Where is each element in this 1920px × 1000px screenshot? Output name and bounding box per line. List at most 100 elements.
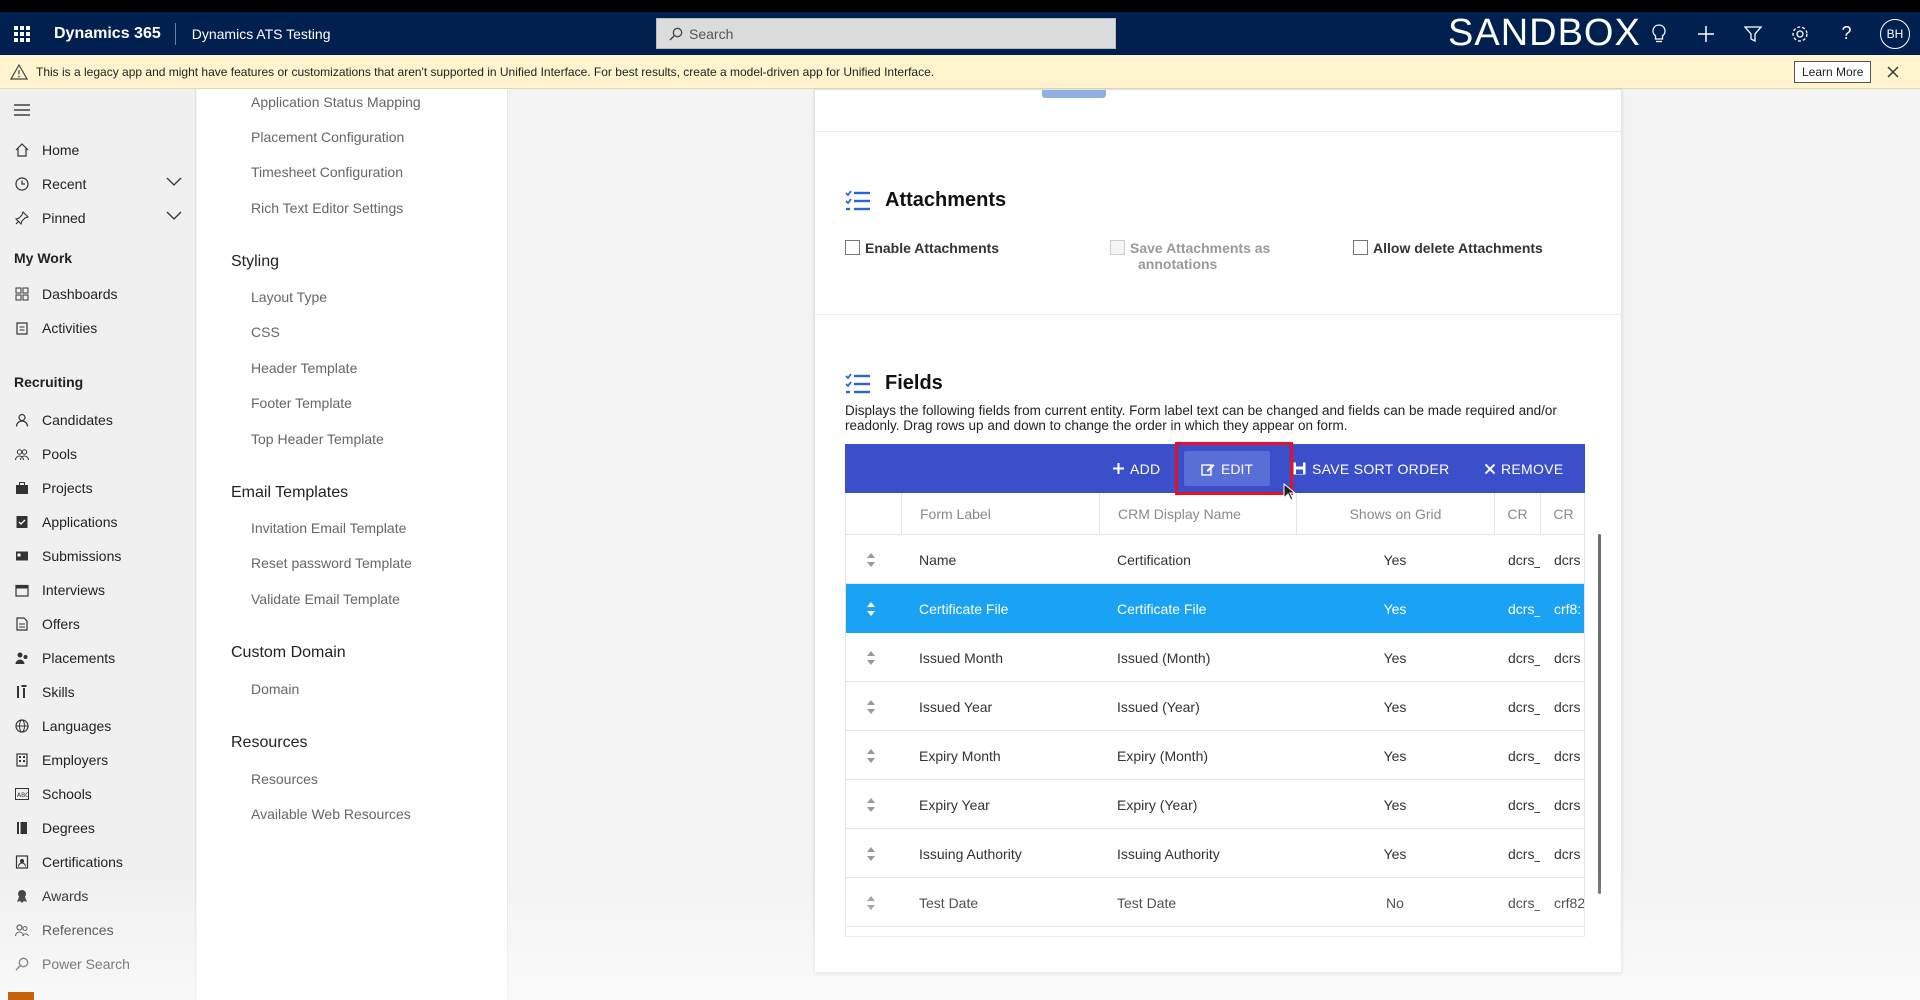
nav-power-search[interactable]: Power Search [0, 948, 196, 980]
settings-link[interactable]: Resources [251, 771, 318, 787]
hamburger-icon[interactable] [14, 103, 30, 121]
nav-awards[interactable]: Awards [0, 880, 196, 912]
checkbox-box[interactable] [845, 240, 860, 255]
nav-skills[interactable]: Skills [0, 676, 196, 708]
close-icon[interactable] [1884, 63, 1902, 81]
settings-link[interactable]: Validate Email Template [251, 591, 400, 607]
gear-icon[interactable] [1776, 12, 1823, 55]
table-row[interactable]: Expiry Year Expiry (Year) Yes dcrs_ dcrs [846, 780, 1584, 829]
button-stub[interactable] [1042, 90, 1106, 98]
drag-handle-icon[interactable] [867, 896, 875, 910]
edit-button[interactable]: EDIT [1184, 451, 1270, 486]
nav-home[interactable]: Home [0, 134, 196, 166]
column-header-cr[interactable]: CR [1494, 493, 1540, 535]
grid-scrollbar[interactable] [1598, 534, 1601, 894]
nav-certifications[interactable]: Certifications [0, 846, 196, 878]
remove-button[interactable]: REMOVE [1485, 444, 1563, 493]
form-card: Attachments Enable Attachments Save Atta… [814, 89, 1622, 973]
top-navbar: Dynamics 365 Dynamics ATS Testing Search… [0, 12, 1920, 55]
learn-more-button[interactable]: Learn More [1794, 61, 1872, 83]
search-box[interactable]: Search [656, 18, 1116, 49]
nav-candidates[interactable]: Candidates [0, 404, 196, 436]
nav-employers[interactable]: Employers [0, 744, 196, 776]
settings-link[interactable]: Timesheet Configuration [251, 164, 403, 180]
nav-recent[interactable]: Recent [0, 168, 196, 200]
edit-icon [1201, 463, 1215, 476]
cell-cr: dcrs_ [1508, 649, 1540, 666]
table-row[interactable]: Test Date Test Date No dcrs_ crf82 [846, 878, 1584, 927]
table-row[interactable]: Certificate File Certificate File Yes dcrs_… [846, 584, 1584, 633]
add-button[interactable]: ADD [1113, 444, 1160, 493]
nav-offers[interactable]: Offers [0, 608, 196, 640]
brand-title[interactable]: Dynamics 365 [44, 25, 175, 43]
save-sort-order-button[interactable]: SAVE SORT ORDER [1293, 444, 1450, 493]
nav-placements[interactable]: Placements [0, 642, 196, 674]
checkbox-box[interactable] [1353, 240, 1368, 255]
help-icon[interactable]: ? [1823, 12, 1870, 55]
table-row[interactable]: Issued Year Issued (Year) Yes dcrs_ dcrs [846, 682, 1584, 731]
table-row[interactable]: Issued Month Issued (Month) Yes dcrs_ dcrs [846, 633, 1584, 682]
drag-handle-icon[interactable] [867, 700, 875, 714]
table-row[interactable]: Expiry Month Expiry (Month) Yes dcrs_ dcrs [846, 731, 1584, 780]
nav-label: Applications [42, 514, 118, 530]
nav-pools[interactable]: Pools [0, 438, 196, 470]
lightbulb-icon[interactable] [1635, 12, 1682, 55]
cell-crm-display-name: Issuing Authority [1117, 845, 1220, 862]
chevron-down-icon[interactable] [166, 177, 182, 187]
column-header-cr[interactable]: CR [1540, 493, 1584, 535]
settings-menu: Application Status Mapping Placement Con… [197, 89, 508, 1000]
nav-pinned[interactable]: Pinned [0, 202, 196, 234]
settings-link[interactable]: Header Template [251, 360, 357, 376]
plus-icon[interactable] [1682, 12, 1729, 55]
nav-dashboards[interactable]: Dashboards [0, 278, 196, 310]
dashboard-icon [14, 286, 30, 302]
settings-link[interactable]: Reset password Template [251, 555, 412, 571]
table-row[interactable]: Name Certification Yes dcrs_ dcrs [846, 535, 1584, 584]
nav-applications[interactable]: Applications [0, 506, 196, 538]
calendar-icon [14, 582, 30, 598]
settings-link[interactable]: Footer Template [251, 395, 352, 411]
user-avatar[interactable]: BH [1880, 18, 1910, 49]
nav-submissions[interactable]: Submissions [0, 540, 196, 572]
nav-projects[interactable]: Projects [0, 472, 196, 504]
settings-link[interactable]: Layout Type [251, 289, 327, 305]
app-name[interactable]: Dynamics ATS Testing [176, 26, 331, 42]
allow-delete-attachments-checkbox[interactable]: Allow delete Attachments [1353, 240, 1543, 256]
nav-label: Languages [42, 718, 112, 734]
settings-link[interactable]: Placement Configuration [251, 129, 404, 145]
settings-link[interactable]: Available Web Resources [251, 806, 411, 822]
settings-link[interactable]: Top Header Template [251, 431, 384, 447]
fields-grid: Form Label CRM Display Name Shows on Gri… [845, 493, 1585, 937]
my-work-heading: My Work [14, 250, 73, 266]
filter-icon[interactable] [1729, 12, 1776, 55]
drag-handle-icon[interactable] [867, 749, 875, 763]
drag-handle-icon[interactable] [867, 602, 875, 616]
drag-handle-icon[interactable] [867, 798, 875, 812]
app-launcher-icon[interactable] [0, 12, 44, 55]
nav-references[interactable]: References [0, 914, 196, 946]
cell-shows-on-grid: Yes [1383, 747, 1407, 764]
settings-link[interactable]: Invitation Email Template [251, 520, 406, 536]
nav-degrees[interactable]: Degrees [0, 812, 196, 844]
column-header-shows-on-grid[interactable]: Shows on Grid [1296, 493, 1494, 535]
drag-handle-icon[interactable] [867, 847, 875, 861]
chevron-down-icon[interactable] [166, 211, 182, 221]
settings-link[interactable]: Application Status Mapping [251, 94, 421, 110]
settings-link[interactable]: Domain [251, 681, 299, 697]
drag-handle-icon[interactable] [867, 553, 875, 567]
settings-link[interactable]: CSS [251, 324, 280, 340]
settings-link[interactable]: Rich Text Editor Settings [251, 200, 403, 216]
column-header-crm-display-name[interactable]: CRM Display Name [1099, 493, 1296, 535]
list-icon [845, 372, 870, 393]
nav-schools[interactable]: ABC Schools [0, 778, 196, 810]
save-sort-order-label: SAVE SORT ORDER [1312, 460, 1450, 477]
nav-languages[interactable]: Languages [0, 710, 196, 742]
column-header-form-label[interactable]: Form Label [901, 493, 1099, 535]
nav-activities[interactable]: Activities [0, 312, 196, 344]
nav-interviews[interactable]: Interviews [0, 574, 196, 606]
enable-attachments-checkbox[interactable]: Enable Attachments [845, 240, 999, 256]
styling-heading: Styling [231, 253, 280, 270]
table-row[interactable]: Issuing Authority Issuing Authority Yes dcr… [846, 829, 1584, 878]
drag-handle-icon[interactable] [867, 651, 875, 665]
cell-shows-on-grid: Yes [1383, 845, 1407, 862]
